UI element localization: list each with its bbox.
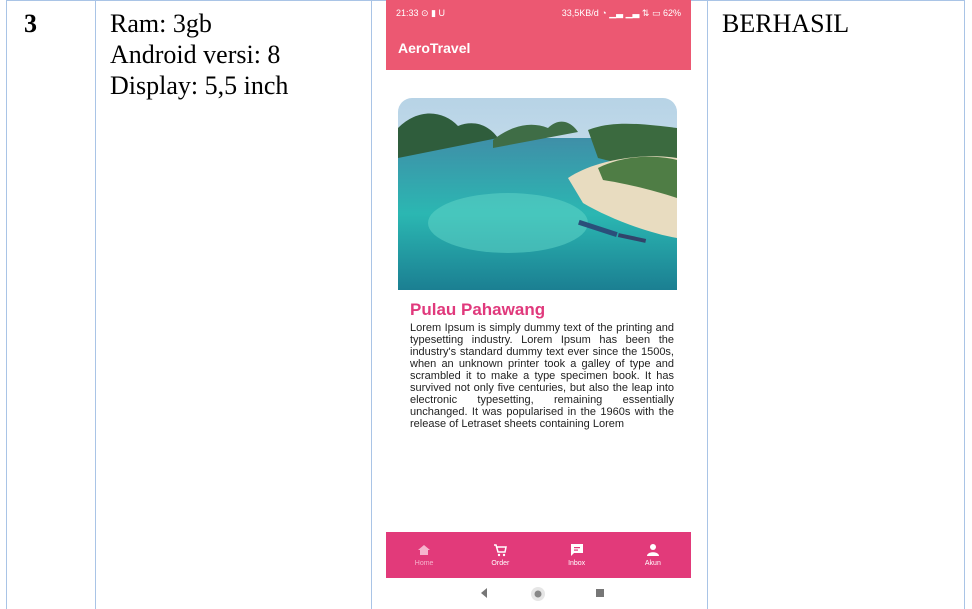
nav-label-akun: Akun <box>644 560 661 567</box>
table-border-right <box>964 0 965 609</box>
home-circle-icon[interactable] <box>530 586 546 602</box>
spec-android-version: Android versi: 8 <box>110 40 281 69</box>
place-description: Lorem Ipsum is simply dummy text of the … <box>410 322 674 430</box>
nav-item-order[interactable]: Order <box>462 532 538 578</box>
device-specs: Ram: 3gb Android versi: 8 Display: 5,5 i… <box>110 8 288 101</box>
table-border-col2 <box>371 0 372 609</box>
spec-display: Display: 5,5 inch <box>110 71 289 100</box>
table-border-left <box>6 0 7 609</box>
status-indicators: 33,5KB/d ◔ ▁▃ ▁▃ ⇅ ▭ 62% <box>561 8 681 18</box>
nav-item-inbox[interactable]: Inbox <box>539 532 615 578</box>
system-navigation-bar <box>386 578 691 609</box>
table-border-col3 <box>707 0 708 609</box>
chat-icon <box>570 544 583 556</box>
cart-icon <box>494 544 508 557</box>
status-bar: 21:33 ⊙ ▮ U 33,5KB/d ◔ ▁▃ ▁▃ ⇅ ▭ 62% <box>386 0 691 26</box>
table-border-col1 <box>95 0 96 609</box>
person-icon <box>646 544 659 556</box>
destination-image[interactable] <box>398 98 677 290</box>
home-icon <box>418 545 431 555</box>
nav-label-home: Home <box>414 560 434 567</box>
nav-label-order: Order <box>491 560 510 567</box>
row-number: 3 <box>24 9 37 38</box>
app-title: AeroTravel <box>398 40 471 56</box>
phone-screenshot: 21:33 ⊙ ▮ U 33,5KB/d ◔ ▁▃ ▁▃ ⇅ ▭ 62% Aer… <box>386 0 691 609</box>
status-time: 21:33 ⊙ ▮ U <box>396 8 446 18</box>
app-bar: AeroTravel <box>386 26 691 70</box>
beach-island-photo <box>398 98 677 290</box>
place-title: Pulau Pahawang <box>410 300 546 319</box>
bottom-navigation: Home Order Inbox Akun <box>386 532 691 578</box>
nav-label-inbox: Inbox <box>568 560 586 567</box>
recents-icon[interactable] <box>594 586 606 600</box>
nav-item-akun[interactable]: Akun <box>615 532 691 578</box>
test-result: BERHASIL <box>722 9 850 38</box>
back-icon[interactable] <box>478 586 490 600</box>
nav-item-home[interactable]: Home <box>386 532 462 578</box>
spec-ram: Ram: 3gb <box>110 9 212 38</box>
